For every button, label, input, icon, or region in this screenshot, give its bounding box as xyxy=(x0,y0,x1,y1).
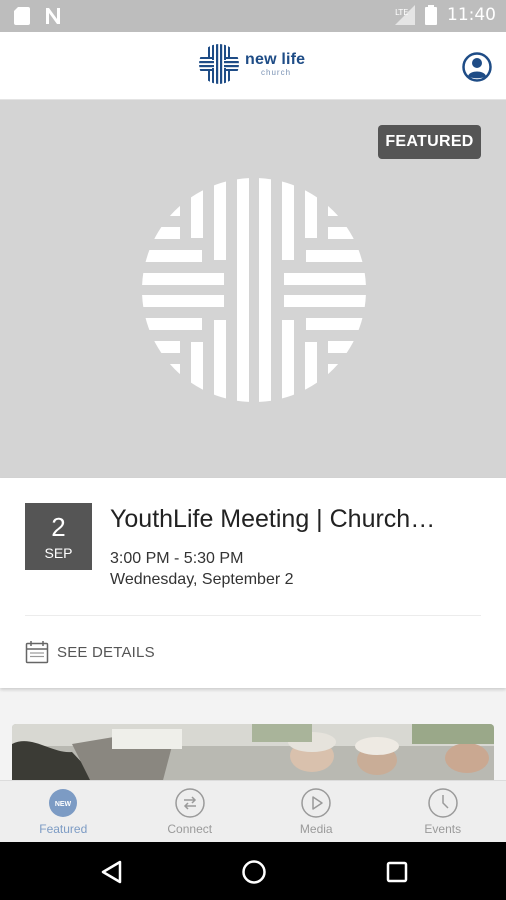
nav-featured[interactable]: NEW Featured xyxy=(0,781,127,842)
church-logo[interactable]: new life church xyxy=(199,44,305,84)
notification-n-icon xyxy=(46,8,60,24)
church-emblem-icon xyxy=(142,178,366,402)
event-day: 2 xyxy=(51,512,66,542)
featured-hero[interactable]: FEATURED xyxy=(0,100,506,478)
logo-title: new life xyxy=(245,50,306,68)
bottom-navigation: NEW Featured Connect Media Events xyxy=(0,780,506,842)
status-bar: LTE 11:40 xyxy=(0,0,506,32)
calendar-icon xyxy=(25,641,49,664)
media-thumbnail xyxy=(12,724,494,784)
see-details-button[interactable]: SEE DETAILS xyxy=(25,640,155,664)
signal-icon: LTE xyxy=(395,5,415,25)
nav-media[interactable]: Media xyxy=(253,781,380,842)
new-badge-text: NEW xyxy=(55,801,72,808)
sd-card-icon xyxy=(14,7,30,25)
event-title[interactable]: YouthLife Meeting | Church… xyxy=(110,505,490,534)
see-details-label: SEE DETAILS xyxy=(57,643,155,661)
home-icon[interactable] xyxy=(240,858,268,886)
recents-icon[interactable] xyxy=(383,858,411,886)
battery-icon xyxy=(425,5,437,25)
clock-time: 11:40 xyxy=(447,5,496,25)
swap-icon xyxy=(175,788,205,818)
logo-subtitle: church xyxy=(261,67,292,77)
event-card[interactable]: 2 SEP YouthLife Meeting | Church… 3:00 P… xyxy=(0,478,506,688)
nav-events[interactable]: Events xyxy=(380,781,506,842)
event-month: SEP xyxy=(44,545,73,561)
event-date-box: 2 SEP xyxy=(25,503,92,570)
svg-text:LTE: LTE xyxy=(395,8,408,17)
event-time: 3:00 PM - 5:30 PM xyxy=(110,550,244,567)
new-badge-icon: NEW xyxy=(49,789,78,817)
media-card-photo[interactable] xyxy=(12,724,494,784)
clock-icon xyxy=(428,788,458,818)
logo-emblem-icon xyxy=(199,44,239,84)
nav-events-label: Events xyxy=(424,822,462,836)
event-date: Wednesday, September 2 xyxy=(110,571,294,588)
card-divider xyxy=(25,615,481,616)
nav-connect-label: Connect xyxy=(167,822,213,836)
app-bar: new life church xyxy=(0,32,506,100)
nav-featured-label: Featured xyxy=(39,822,88,836)
account-circle-icon[interactable] xyxy=(462,52,492,82)
nav-connect[interactable]: Connect xyxy=(127,781,254,842)
back-icon[interactable] xyxy=(98,858,126,886)
featured-badge: FEATURED xyxy=(378,125,481,159)
system-navigation-bar xyxy=(0,842,506,900)
play-icon xyxy=(301,788,331,818)
nav-media-label: Media xyxy=(299,822,333,836)
